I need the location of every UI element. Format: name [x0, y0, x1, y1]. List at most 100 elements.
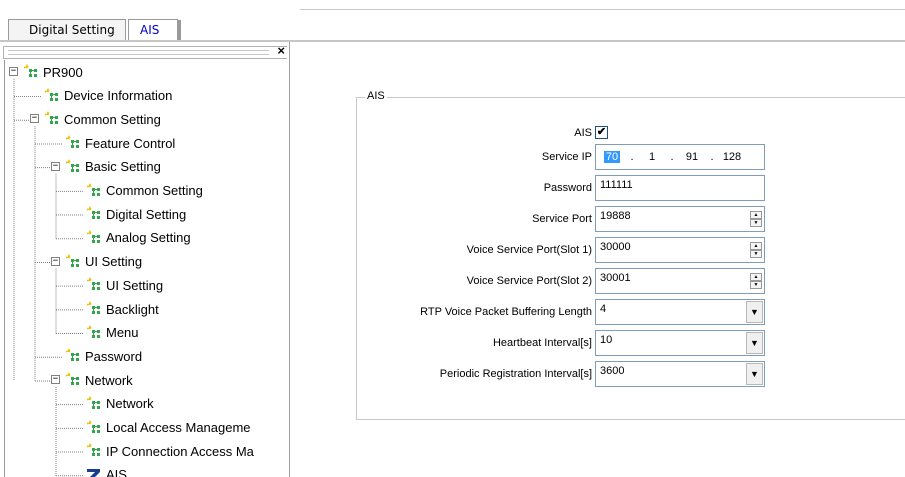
tree-item-network-group[interactable]: − Network — [51, 369, 133, 391]
device-node-icon — [84, 419, 104, 437]
collapse-toggle-icon[interactable]: − — [51, 375, 60, 385]
group-title: AIS — [365, 90, 387, 102]
service-ip-label: Service IP — [541, 151, 592, 163]
periodic-registration-label: Periodic Registration Interval[s] — [439, 368, 592, 380]
tree-item-basic-common-setting[interactable]: Common Setting — [84, 180, 203, 202]
rtp-buffer-value: 4 — [600, 303, 607, 315]
spin-down-button[interactable]: ▼ — [750, 219, 762, 227]
spin-up-button[interactable]: ▲ — [750, 273, 762, 281]
device-node-icon — [84, 276, 104, 294]
row-rtp-buffer: RTP Voice Packet Buffering Length 4 ▼ — [357, 299, 905, 325]
down-arrow-icon: ▼ — [753, 220, 759, 226]
service-ip-input[interactable]: 70 . 1 . 91 . 128 — [595, 144, 765, 170]
heartbeat-select[interactable]: 10 ▼ — [595, 330, 765, 356]
tree-item-password[interactable]: Password — [63, 345, 142, 367]
down-arrow-icon: ▼ — [753, 251, 759, 257]
tree-item-ui-setting[interactable]: UI Setting — [84, 274, 163, 296]
row-voice-port-1: Voice Service Port(Slot 1) 30000 ▲ ▼ — [357, 237, 905, 263]
tree-item-label: Password — [85, 348, 143, 364]
ip-dot: . — [670, 151, 674, 163]
tree-item-label: UI Setting — [85, 254, 143, 270]
voice-port-2-stepper[interactable]: 30001 ▲ ▼ — [595, 268, 765, 294]
collapse-toggle-icon[interactable]: − — [9, 67, 18, 76]
collapse-toggle-icon[interactable]: − — [30, 114, 39, 124]
row-service-port: Service Port 19888 ▲ ▼ — [357, 206, 905, 232]
tree-item-label: UI Setting — [106, 277, 164, 293]
tree-item-digital-setting[interactable]: Digital Setting — [84, 203, 186, 225]
spin-up-button[interactable]: ▲ — [750, 242, 762, 250]
tab-ais[interactable]: AIS — [128, 19, 181, 42]
ais-checkbox[interactable]: ✔ — [595, 126, 608, 139]
ais-label: AIS — [574, 127, 592, 139]
collapse-toggle-icon[interactable]: − — [51, 161, 60, 171]
service-port-label: Service Port — [532, 213, 592, 225]
device-node-icon — [84, 324, 104, 342]
device-node-icon — [84, 182, 104, 200]
tree-item-label: Analog Setting — [106, 230, 191, 246]
dropdown-button[interactable]: ▼ — [746, 301, 763, 323]
row-voice-port-2: Voice Service Port(Slot 2) 30001 ▲ ▼ — [357, 268, 905, 294]
tree-item-label: Network — [85, 372, 133, 388]
tree-item-basic-setting[interactable]: − Basic Setting — [51, 156, 161, 178]
spin-down-button[interactable]: ▼ — [750, 250, 762, 258]
tree-item-ip-connection-access[interactable]: IP Connection Access Ma — [84, 440, 254, 462]
tree-item-feature-control[interactable]: Feature Control — [63, 132, 175, 154]
tree-item-label: Network — [106, 396, 154, 412]
chevron-down-icon: ▼ — [750, 338, 759, 348]
device-node-icon — [84, 229, 104, 247]
service-port-stepper[interactable]: 19888 ▲ ▼ — [595, 206, 765, 232]
device-node-icon — [21, 63, 41, 81]
rtp-buffer-select[interactable]: 4 ▼ — [595, 299, 765, 325]
collapse-toggle-icon[interactable]: − — [51, 256, 60, 266]
voice-port-1-stepper[interactable]: 30000 ▲ ▼ — [595, 237, 765, 263]
voice-port-1-label: Voice Service Port(Slot 1) — [466, 244, 592, 256]
device-node-icon — [84, 205, 104, 223]
chevron-down-icon: ▼ — [750, 307, 759, 317]
ip-dot: . — [710, 151, 714, 163]
row-ais: AIS ✔ — [357, 122, 905, 146]
panel-header[interactable]: × — [3, 43, 287, 59]
tree-item-label: Menu — [106, 325, 139, 341]
dropdown-button[interactable]: ▼ — [746, 363, 763, 385]
tree-item-backlight[interactable]: Backlight — [84, 298, 159, 320]
periodic-registration-select[interactable]: 3600 ▼ — [595, 361, 765, 387]
tree-item-label: Local Access Manageme — [106, 420, 251, 435]
ip-octet-3[interactable]: 91 — [676, 151, 708, 163]
tree-item-ui-setting-group[interactable]: − UI Setting — [51, 251, 143, 273]
tree-item-ais[interactable]: AIS — [84, 464, 127, 477]
periodic-registration-value: 3600 — [600, 365, 625, 377]
dropdown-button[interactable]: ▼ — [746, 332, 763, 354]
tree-item-device-information[interactable]: Device Information — [42, 85, 172, 107]
tree-view[interactable]: − PR900 Device Information − Common Setting F… — [4, 60, 290, 477]
ais-groupbox: AIS AIS ✔ Service IP 70 . 1 . 91 . 128 P… — [356, 90, 905, 420]
device-node-icon — [63, 371, 83, 389]
spin-down-button[interactable]: ▼ — [750, 281, 762, 289]
tree-item-label: Digital Setting — [106, 206, 187, 222]
device-node-icon — [42, 87, 62, 105]
voice-port-2-label: Voice Service Port(Slot 2) — [466, 275, 592, 287]
tree-item-menu[interactable]: Menu — [84, 322, 139, 344]
close-icon[interactable]: × — [277, 43, 285, 58]
password-field[interactable]: 111111 — [595, 175, 765, 201]
ip-octet-1[interactable]: 70 — [604, 151, 620, 163]
navigation-panel: × − PR900 Device Information − Common Settin… — [0, 42, 290, 477]
ip-octet-2[interactable]: 1 — [636, 151, 668, 163]
tree-item-analog-setting[interactable]: Analog Setting — [84, 227, 191, 249]
row-heartbeat: Heartbeat Interval[s] 10 ▼ — [357, 330, 905, 356]
device-node-icon — [84, 300, 104, 318]
voice-port-2-value: 30001 — [600, 272, 631, 284]
tree-item-local-access-management[interactable]: Local Access Manageme — [84, 417, 251, 439]
spin-up-button[interactable]: ▲ — [750, 211, 762, 219]
tree-root[interactable]: − PR900 — [9, 61, 83, 83]
tree-item-common-setting[interactable]: − Common Setting — [30, 108, 161, 130]
up-arrow-icon: ▲ — [753, 212, 759, 218]
ip-octet-4[interactable]: 128 — [716, 151, 748, 163]
device-node-icon — [63, 253, 83, 271]
tree-item-network[interactable]: Network — [84, 393, 154, 415]
tab-digital-setting[interactable]: Digital Setting — [8, 19, 126, 41]
service-port-value: 19888 — [600, 210, 631, 222]
row-service-ip: Service IP 70 . 1 . 91 . 128 — [357, 144, 905, 170]
ip-dot: . — [630, 151, 634, 163]
device-node-icon — [84, 395, 104, 413]
tree-item-label: Common Setting — [64, 111, 161, 127]
